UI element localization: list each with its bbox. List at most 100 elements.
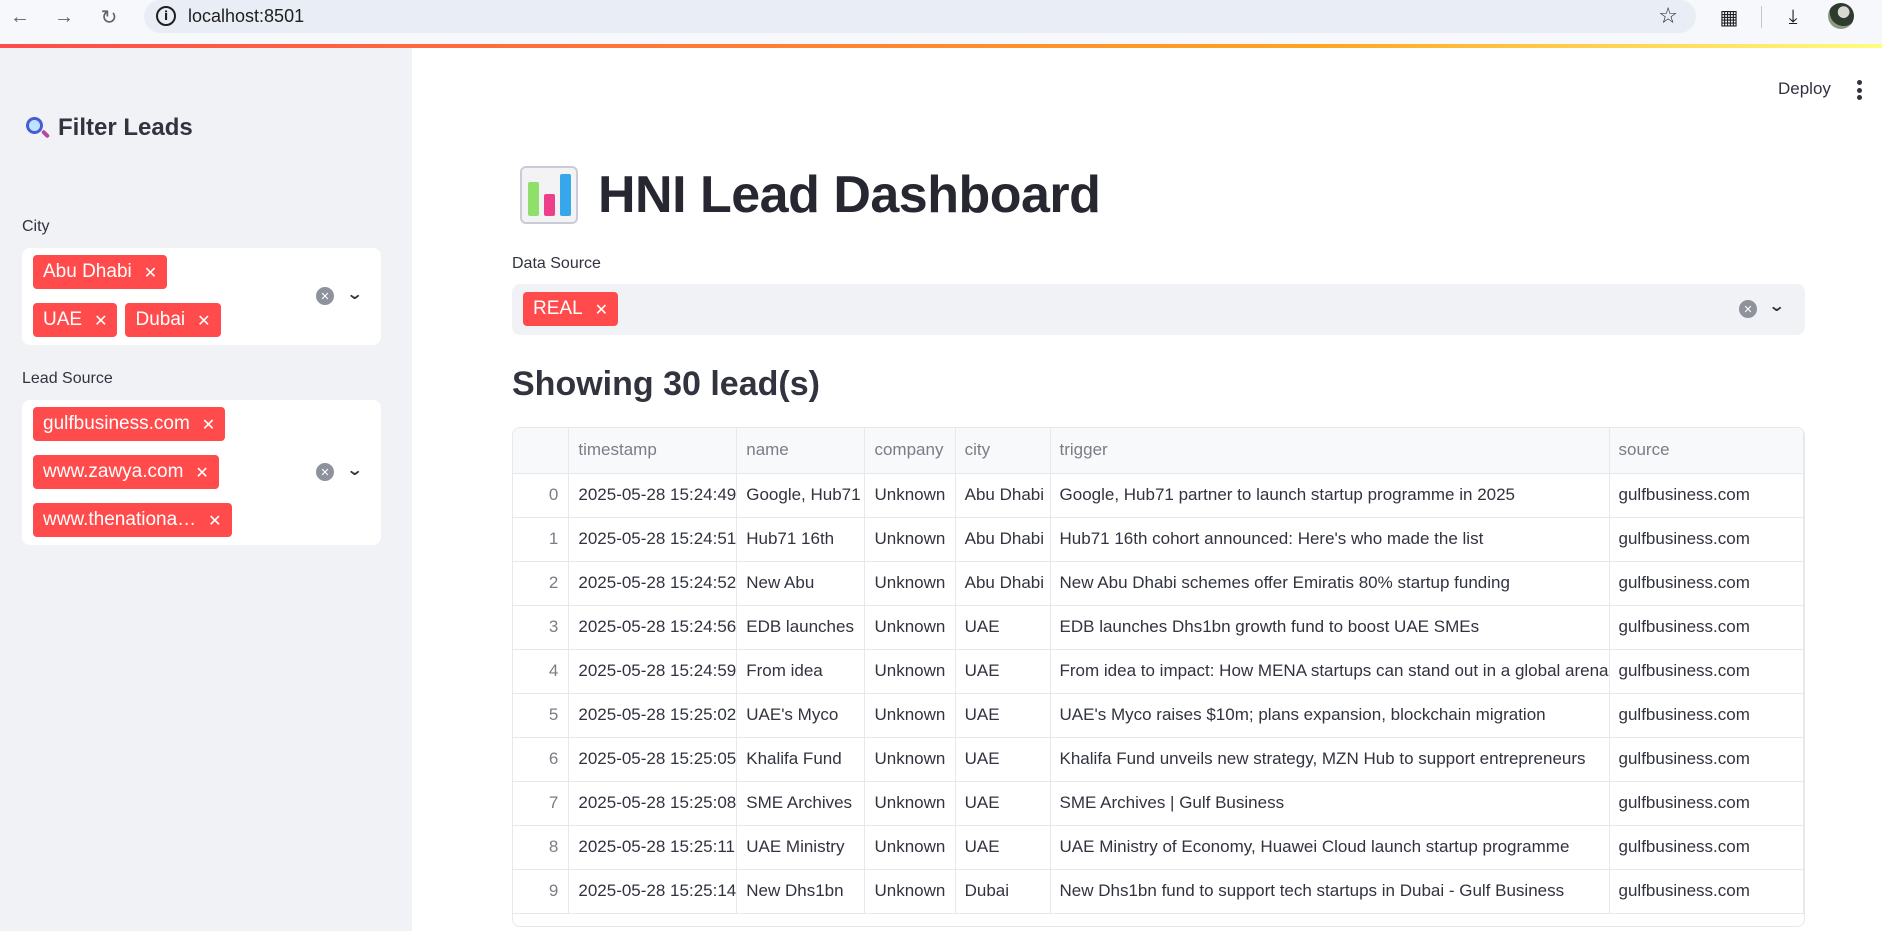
chevron-down-icon[interactable]: ⌄ <box>1768 296 1785 315</box>
cell-timestamp[interactable]: 2025-05-28 15:24:59 <box>568 649 738 694</box>
cell-source[interactable]: gulfbusiness.com <box>1609 517 1804 562</box>
column-header-trigger[interactable]: trigger <box>1050 428 1610 474</box>
cell-trigger[interactable]: Google, Hub71 partner to launch startup … <box>1050 473 1610 518</box>
cell-company[interactable]: Unknown <box>864 869 956 914</box>
cell-company[interactable]: Unknown <box>864 649 956 694</box>
remove-tag-icon[interactable]: ✕ <box>195 463 208 482</box>
extensions-icon[interactable]: ▦ <box>1714 2 1744 32</box>
cell-name[interactable]: UAE Ministry <box>736 825 866 870</box>
cell-city[interactable]: Abu Dhabi <box>955 561 1051 606</box>
cell-timestamp[interactable]: 2025-05-28 15:25:08 <box>568 781 738 826</box>
remove-tag-icon[interactable]: ✕ <box>197 311 210 330</box>
cell-source[interactable]: gulfbusiness.com <box>1609 737 1804 782</box>
cell-trigger[interactable]: EDB launches Dhs1bn growth fund to boost… <box>1050 605 1610 650</box>
cell-city[interactable]: UAE <box>955 825 1051 870</box>
table-row[interactable]: 8 2025-05-28 15:25:11 UAE Ministry Unknown U… <box>513 825 1804 870</box>
chevron-down-icon[interactable]: ⌄ <box>346 284 363 303</box>
cell-trigger[interactable]: UAE's Myco raises $10m; plans expansion,… <box>1050 693 1610 738</box>
cell-timestamp[interactable]: 2025-05-28 15:25:14 <box>568 869 738 914</box>
cell-trigger[interactable]: Khalifa Fund unveils new strategy, MZN H… <box>1050 737 1610 782</box>
clear-all-icon[interactable]: ✕ <box>316 463 334 481</box>
cell-name[interactable]: Google, Hub71 <box>736 473 866 518</box>
column-header-name[interactable]: name <box>736 428 866 474</box>
table-row[interactable]: 5 2025-05-28 15:25:02 UAE's Myco Unknown UAE… <box>513 693 1804 738</box>
cell-trigger[interactable]: From idea to impact: How MENA startups c… <box>1050 649 1610 694</box>
cell-source[interactable]: gulfbusiness.com <box>1609 649 1804 694</box>
cell-company[interactable]: Unknown <box>864 473 956 518</box>
cell-city[interactable]: UAE <box>955 693 1051 738</box>
table-row[interactable]: 7 2025-05-28 15:25:08 SME Archives Unknown U… <box>513 781 1804 826</box>
cell-city[interactable]: Dubai <box>955 869 1051 914</box>
cell-company[interactable]: Unknown <box>864 605 956 650</box>
deploy-button[interactable]: Deploy <box>1778 79 1831 99</box>
url-text[interactable]: localhost:8501 <box>188 6 304 27</box>
clear-all-icon[interactable]: ✕ <box>1739 300 1757 318</box>
bookmark-star-icon[interactable]: ☆ <box>1658 3 1678 29</box>
cell-company[interactable]: Unknown <box>864 561 956 606</box>
cell-timestamp[interactable]: 2025-05-28 15:24:56 <box>568 605 738 650</box>
cell-trigger[interactable]: New Abu Dhabi schemes offer Emiratis 80%… <box>1050 561 1610 606</box>
profile-avatar[interactable] <box>1828 3 1854 29</box>
cell-city[interactable]: UAE <box>955 781 1051 826</box>
cell-name[interactable]: UAE's Myco <box>736 693 866 738</box>
cell-city[interactable]: UAE <box>955 605 1051 650</box>
column-header-index[interactable] <box>513 428 570 474</box>
data-source-multiselect[interactable]: REAL ✕ ✕ ⌄ <box>512 284 1805 335</box>
remove-tag-icon[interactable]: ✕ <box>94 311 107 330</box>
city-multiselect[interactable]: Abu Dhabi ✕ UAE ✕ Dubai ✕ ✕ ⌄ <box>22 248 381 345</box>
cell-company[interactable]: Unknown <box>864 737 956 782</box>
cell-city[interactable]: UAE <box>955 737 1051 782</box>
column-header-company[interactable]: company <box>864 428 956 474</box>
column-header-timestamp[interactable]: timestamp <box>568 428 738 474</box>
column-header-source[interactable]: source <box>1609 428 1804 474</box>
table-row[interactable]: 0 2025-05-28 15:24:49 Google, Hub71 Unknown… <box>513 473 1804 518</box>
clear-all-icon[interactable]: ✕ <box>316 287 334 305</box>
cell-timestamp[interactable]: 2025-05-28 15:25:05 <box>568 737 738 782</box>
cell-source[interactable]: gulfbusiness.com <box>1609 473 1804 518</box>
cell-name[interactable]: Hub71 16th <box>736 517 866 562</box>
forward-icon[interactable]: → <box>50 3 78 31</box>
cell-city[interactable]: Abu Dhabi <box>955 517 1051 562</box>
cell-timestamp[interactable]: 2025-05-28 15:25:02 <box>568 693 738 738</box>
chevron-down-icon[interactable]: ⌄ <box>346 460 363 479</box>
address-bar[interactable]: i localhost:8501 ☆ <box>144 0 1696 33</box>
cell-city[interactable]: UAE <box>955 649 1051 694</box>
cell-timestamp[interactable]: 2025-05-28 15:25:11 <box>568 825 738 870</box>
cell-timestamp[interactable]: 2025-05-28 15:24:51 <box>568 517 738 562</box>
table-row[interactable]: 3 2025-05-28 15:24:56 EDB launches Unknown U… <box>513 605 1804 650</box>
table-row[interactable]: 9 2025-05-28 15:25:14 New Dhs1bn Unknown Dub… <box>513 869 1804 914</box>
cell-trigger[interactable]: UAE Ministry of Economy, Huawei Cloud la… <box>1050 825 1610 870</box>
remove-tag-icon[interactable]: ✕ <box>202 415 215 434</box>
download-icon[interactable]: ⤓ <box>1778 2 1808 32</box>
remove-tag-icon[interactable]: ✕ <box>144 263 157 282</box>
cell-trigger[interactable]: SME Archives | Gulf Business <box>1050 781 1610 826</box>
cell-source[interactable]: gulfbusiness.com <box>1609 869 1804 914</box>
reload-icon[interactable]: ↻ <box>95 3 123 31</box>
cell-trigger[interactable]: New Dhs1bn fund to support tech startups… <box>1050 869 1610 914</box>
remove-tag-icon[interactable]: ✕ <box>595 300 608 319</box>
cell-source[interactable]: gulfbusiness.com <box>1609 605 1804 650</box>
remove-tag-icon[interactable]: ✕ <box>208 511 221 530</box>
cell-name[interactable]: New Abu <box>736 561 866 606</box>
cell-name[interactable]: EDB launches <box>736 605 866 650</box>
leads-table[interactable]: timestamp name company city trigger sour… <box>512 427 1805 927</box>
cell-source[interactable]: gulfbusiness.com <box>1609 693 1804 738</box>
back-icon[interactable]: ← <box>6 3 34 31</box>
cell-trigger[interactable]: Hub71 16th cohort announced: Here's who … <box>1050 517 1610 562</box>
cell-timestamp[interactable]: 2025-05-28 15:24:49 <box>568 473 738 518</box>
lead-source-multiselect[interactable]: gulfbusiness.com ✕ www.zawya.com ✕ www.the… <box>22 400 381 545</box>
cell-name[interactable]: New Dhs1bn <box>736 869 866 914</box>
table-row[interactable]: 2 2025-05-28 15:24:52 New Abu Unknown Abu Dh… <box>513 561 1804 606</box>
table-row[interactable]: 4 2025-05-28 15:24:59 From idea Unknown UAE F… <box>513 649 1804 694</box>
cell-source[interactable]: gulfbusiness.com <box>1609 825 1804 870</box>
cell-company[interactable]: Unknown <box>864 781 956 826</box>
site-info-icon[interactable]: i <box>156 6 176 26</box>
cell-name[interactable]: Khalifa Fund <box>736 737 866 782</box>
cell-company[interactable]: Unknown <box>864 825 956 870</box>
cell-timestamp[interactable]: 2025-05-28 15:24:52 <box>568 561 738 606</box>
cell-company[interactable]: Unknown <box>864 693 956 738</box>
main-menu-icon[interactable] <box>1856 80 1862 100</box>
cell-company[interactable]: Unknown <box>864 517 956 562</box>
table-row[interactable]: 6 2025-05-28 15:25:05 Khalifa Fund Unknown U… <box>513 737 1804 782</box>
cell-source[interactable]: gulfbusiness.com <box>1609 781 1804 826</box>
